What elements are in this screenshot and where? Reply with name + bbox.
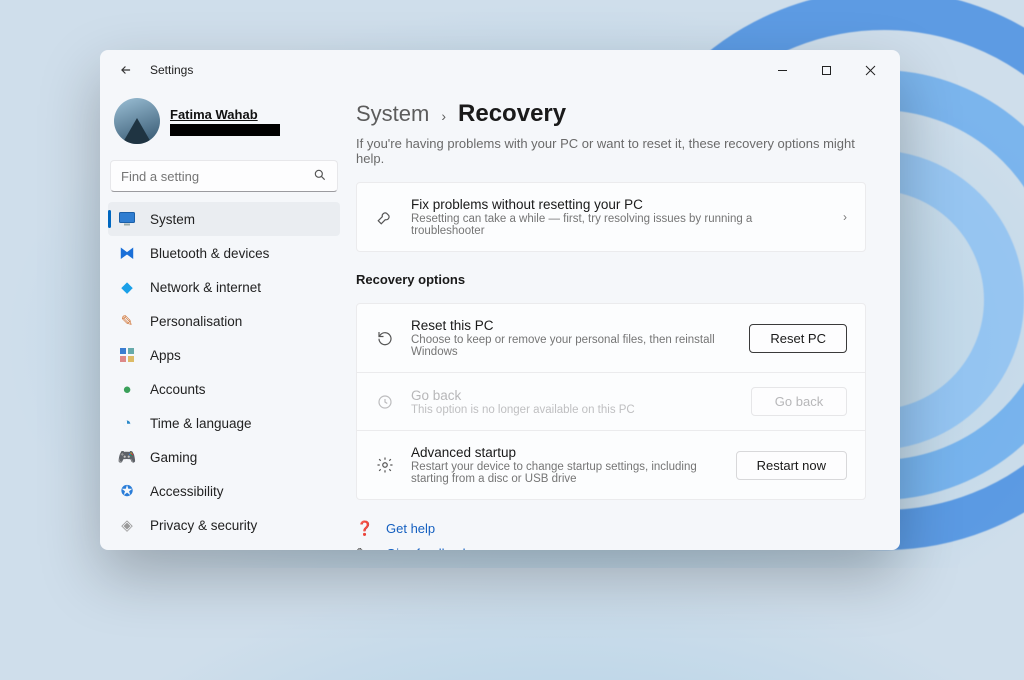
nav-label: Apps (150, 348, 181, 363)
apps-icon (118, 346, 136, 364)
person-icon: ● (118, 380, 136, 398)
maximize-button[interactable] (804, 55, 848, 85)
wrench-icon (375, 208, 395, 226)
recovery-options-card: Reset this PC Choose to keep or remove y… (356, 303, 866, 500)
fix-title: Fix problems without resetting your PC (411, 197, 827, 212)
nav-item-apps[interactable]: Apps (108, 338, 340, 372)
nav-item-system[interactable]: System (108, 202, 340, 236)
brush-icon: ✎ (118, 312, 136, 330)
nav-label: Bluetooth & devices (150, 246, 269, 261)
sidebar: Fatima Wahab System ⧓ Bluetooth & devices… (100, 90, 348, 550)
profile-email-redacted (170, 124, 280, 136)
reset-icon (375, 329, 395, 347)
nav-item-bluetooth[interactable]: ⧓ Bluetooth & devices (108, 236, 340, 270)
wifi-icon: ◆ (118, 278, 136, 296)
nav-label: Network & internet (150, 280, 261, 295)
nav-item-time-language[interactable]: ◔ Time & language (108, 406, 340, 440)
nav-item-accessibility[interactable]: ✪ Accessibility (108, 474, 340, 508)
chevron-right-icon: › (843, 210, 847, 224)
close-button[interactable] (848, 55, 892, 85)
nav-label: Personalisation (150, 314, 242, 329)
clock-globe-icon: ◔ (118, 414, 136, 432)
nav-label: Accounts (150, 382, 206, 397)
nav-label: Time & language (150, 416, 252, 431)
advanced-startup-row: Advanced startup Restart your device to … (357, 430, 865, 499)
gear-restart-icon (375, 456, 395, 474)
nav-label: Accessibility (150, 484, 224, 499)
minimize-button[interactable] (760, 55, 804, 85)
advanced-desc: Restart your device to change startup se… (411, 461, 720, 485)
advanced-title: Advanced startup (411, 445, 720, 460)
nav-item-gaming[interactable]: 🎮 Gaming (108, 440, 340, 474)
help-icon: ❓ (356, 520, 374, 537)
titlebar: Settings (100, 50, 900, 90)
goback-desc: This option is no longer available on th… (411, 404, 735, 416)
main-content: System › Recovery If you're having probl… (348, 90, 900, 550)
page-subtitle: If you're having problems with your PC o… (356, 136, 866, 166)
profile-block[interactable]: Fatima Wahab (104, 90, 344, 154)
feedback-icon: ✎ (356, 545, 374, 550)
go-back-row: Go back This option is no longer availab… (357, 372, 865, 430)
nav-label: Gaming (150, 450, 197, 465)
reset-pc-row: Reset this PC Choose to keep or remove y… (357, 304, 865, 372)
help-links: ❓Get help ✎Give feedback (356, 516, 866, 550)
nav-list: System ⧓ Bluetooth & devices ◆ Network & i… (104, 202, 344, 542)
nav-item-accounts[interactable]: ● Accounts (108, 372, 340, 406)
accessibility-icon: ✪ (118, 482, 136, 500)
search-input[interactable] (121, 169, 313, 184)
reset-desc: Choose to keep or remove your personal f… (411, 334, 733, 358)
nav-label: System (150, 212, 195, 227)
fix-desc: Resetting can take a while — first, try … (411, 213, 827, 237)
chevron-right-icon: › (441, 108, 446, 124)
history-icon (375, 393, 395, 411)
nav-label: Privacy & security (150, 518, 257, 533)
breadcrumb-current: Recovery (458, 100, 566, 128)
reset-pc-button[interactable]: Reset PC (749, 324, 847, 353)
get-help-link[interactable]: ❓Get help (356, 516, 866, 541)
settings-window: Settings Fatima Wahab Syst (100, 50, 900, 550)
gamepad-icon: 🎮 (118, 448, 136, 466)
nav-item-privacy[interactable]: ◈ Privacy & security (108, 508, 340, 542)
breadcrumb-parent[interactable]: System (356, 101, 429, 127)
goback-title: Go back (411, 388, 735, 403)
avatar (114, 98, 160, 144)
back-button[interactable] (114, 58, 138, 82)
display-icon (118, 210, 136, 228)
fix-problems-card[interactable]: Fix problems without resetting your PC R… (356, 182, 866, 252)
shield-icon: ◈ (118, 516, 136, 534)
breadcrumb: System › Recovery (356, 100, 866, 128)
search-box[interactable] (110, 160, 338, 192)
recovery-options-heading: Recovery options (356, 272, 866, 287)
reset-title: Reset this PC (411, 318, 733, 333)
nav-item-personalisation[interactable]: ✎ Personalisation (108, 304, 340, 338)
restart-now-button[interactable]: Restart now (736, 451, 847, 480)
go-back-button: Go back (751, 387, 847, 416)
give-feedback-link[interactable]: ✎Give feedback (356, 541, 866, 550)
window-title: Settings (150, 63, 193, 77)
profile-name: Fatima Wahab (170, 107, 280, 122)
nav-item-network[interactable]: ◆ Network & internet (108, 270, 340, 304)
bluetooth-icon: ⧓ (118, 244, 136, 262)
search-icon (313, 168, 327, 185)
